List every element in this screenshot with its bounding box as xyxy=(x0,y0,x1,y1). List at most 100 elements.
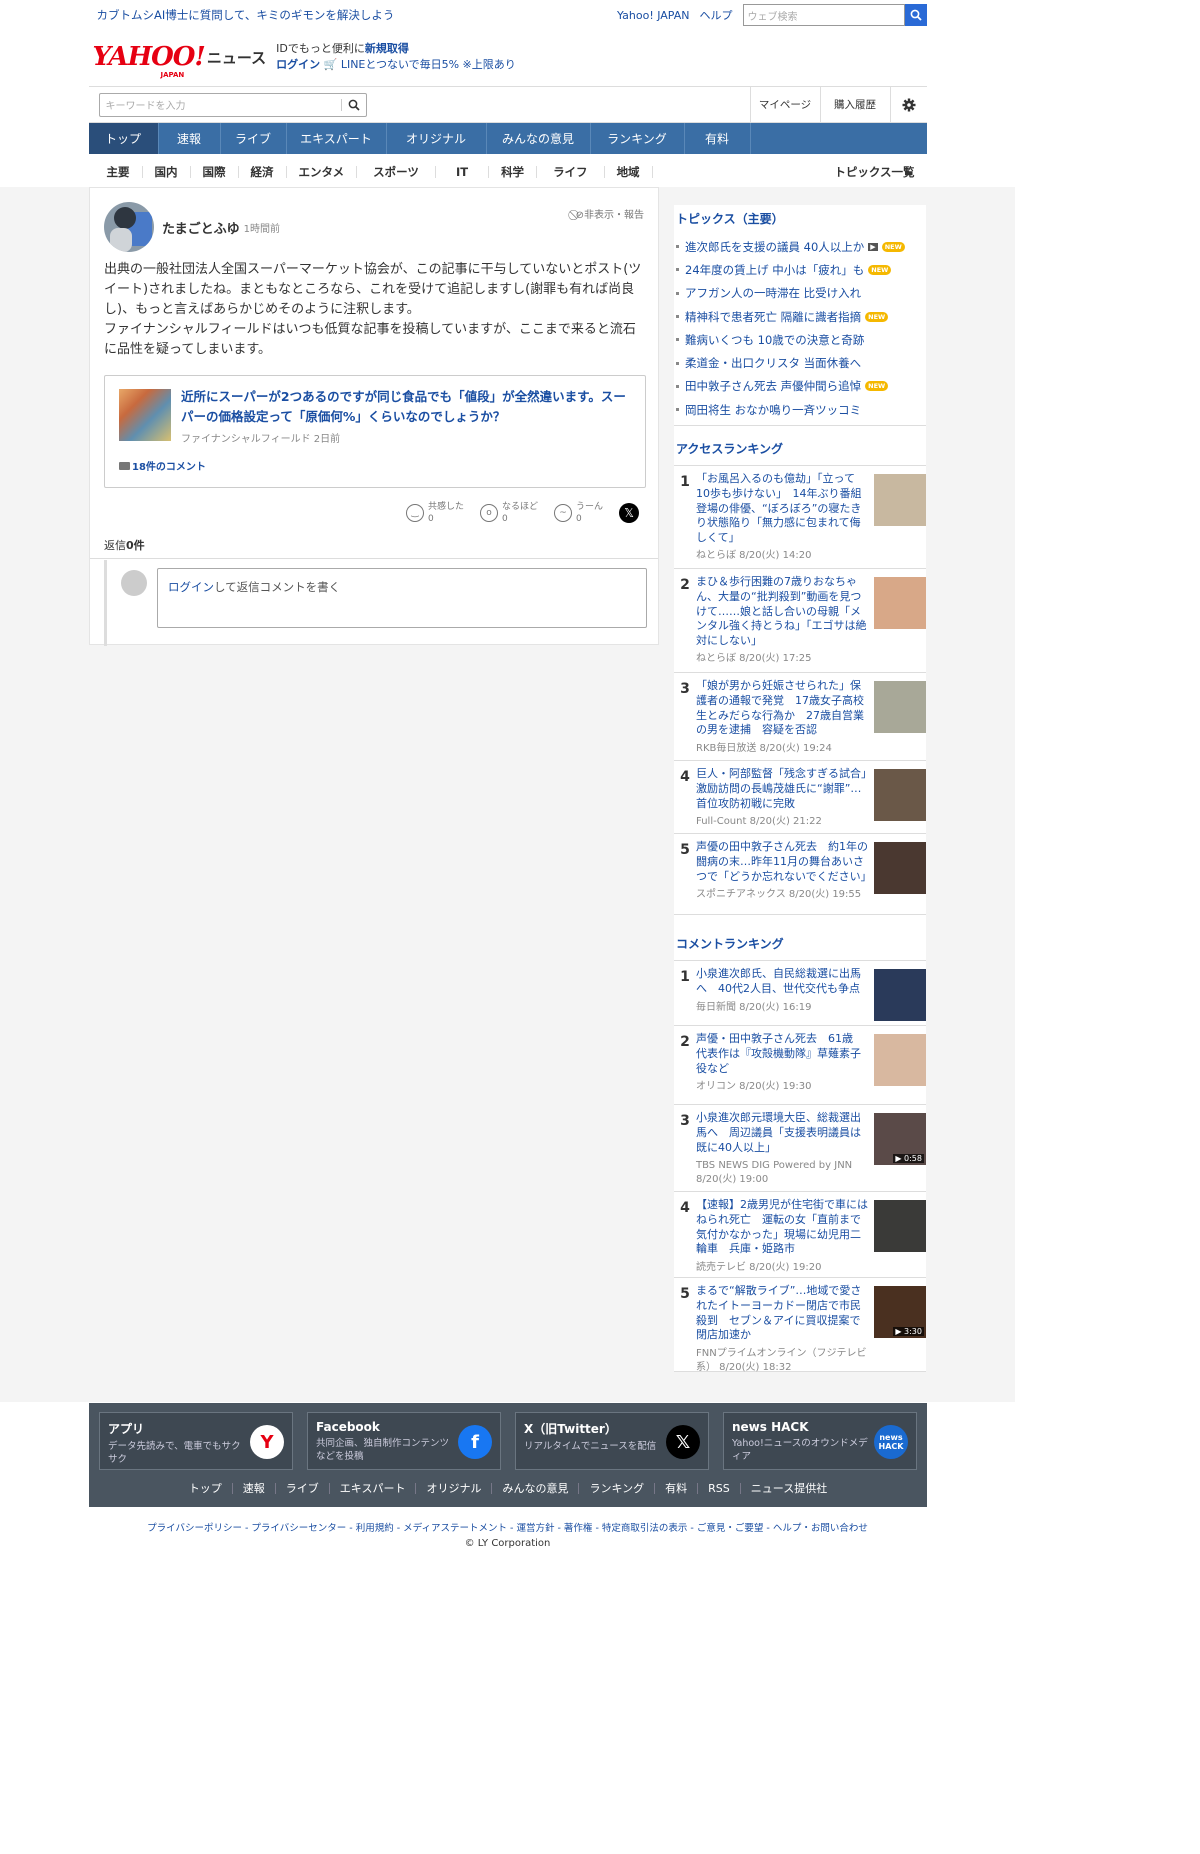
sub-nav-domestic[interactable]: 国内 xyxy=(143,166,191,178)
article-thumbnail[interactable] xyxy=(119,389,171,441)
author-name[interactable]: たまごとふゆ xyxy=(162,218,240,237)
sub-nav-main[interactable]: 主要 xyxy=(89,166,143,178)
topic-text[interactable]: 進次郎氏を支援の議員 40人以上か xyxy=(685,239,864,255)
ranking-item[interactable]: 1 「お風呂入るのも億劫」「立って10歩も歩けない」 14年ぶり番組登場の俳優、“… xyxy=(674,466,926,570)
reaction-hmm[interactable]: ~ うーん 0 xyxy=(554,501,603,525)
ranking-thumbnail[interactable] xyxy=(874,474,926,527)
footer-card[interactable]: アプリ データ先読みで、電車でもサクサク Y xyxy=(99,1412,293,1470)
footer-card[interactable]: news HACK Yahoo!ニュースのオウンドメディア news HACK xyxy=(723,1412,917,1470)
footer-link[interactable]: トップ xyxy=(179,1483,233,1494)
ranking-title[interactable]: 声優・田中敦子さん死去 61歳 代表作は『攻殻機動隊』草薙素子役など xyxy=(696,1032,868,1076)
ranking-thumbnail[interactable]: ▶ 0:58 xyxy=(874,1113,926,1166)
reply-login-link[interactable]: ログイン xyxy=(168,580,214,594)
article-card[interactable]: 近所にスーパーが2つあるのですが同じ食品でも「値段」が全然違います。スーパーの価… xyxy=(104,375,646,488)
topic-item[interactable]: アフガン人の一時滞在 比受け入れ xyxy=(674,282,926,305)
ranking-title[interactable]: 声優の田中敦子さん死去 約1年の闘病の末…昨年11月の舞台あいさつで「どうか忘れ… xyxy=(696,840,872,884)
topic-item[interactable]: 進次郎氏を支援の議員 40人以上か ▶ NEW xyxy=(674,235,926,258)
yahoo-news-logo[interactable]: YAHOO! JAPAN ニュース xyxy=(93,44,267,79)
main-nav-breaking[interactable]: 速報 xyxy=(159,123,221,154)
topic-item[interactable]: 柔道金・出口クリスタ 当面休養へ xyxy=(674,351,926,374)
ranking-item[interactable]: 3 小泉進次郎元環境大臣、総裁選出馬へ 周辺議員「支援表明議員は既に40人以上」 T… xyxy=(674,1105,926,1193)
main-nav-paid[interactable]: 有料 xyxy=(685,123,751,154)
login-link[interactable]: ログイン xyxy=(276,58,320,71)
main-nav-ranking[interactable]: ランキング xyxy=(591,123,685,154)
sub-nav-world[interactable]: 国際 xyxy=(191,166,239,178)
ranking-thumbnail[interactable] xyxy=(874,1200,926,1253)
search-icon[interactable] xyxy=(348,99,360,111)
main-nav-original[interactable]: オリジナル xyxy=(387,123,487,154)
ranking-thumbnail[interactable] xyxy=(874,769,926,822)
ranking-title[interactable]: 「娘が男から妊娠させられた」保護者の通報で発覚 17歳女子高校生とみだらな行為か… xyxy=(696,679,868,737)
ranking-item[interactable]: 1 小泉進次郎氏、自民総裁選に出馬へ 40代2人目、世代交代も争点 毎日新聞 8/2… xyxy=(674,961,926,1027)
ranking-item[interactable]: 3 「娘が男から妊娠させられた」保護者の通報で発覚 17歳女子高校生とみだらな行為… xyxy=(674,673,926,762)
sub-nav-entertainment[interactable]: エンタメ xyxy=(287,166,358,178)
topic-text[interactable]: 岡田将生 おなか鳴り一斉ツッコミ xyxy=(685,402,861,418)
main-nav-expert[interactable]: エキスパート xyxy=(287,123,387,154)
main-nav-top[interactable]: トップ xyxy=(88,123,159,154)
ranking-title[interactable]: 「お風呂入るのも億劫」「立って10歩も歩けない」 14年ぶり番組登場の俳優、“ぼ… xyxy=(696,472,868,545)
sub-nav-economy[interactable]: 経済 xyxy=(239,166,287,178)
help-link[interactable]: ヘルプ xyxy=(700,7,733,23)
ranking-item[interactable]: 5 まるで“解散ライブ”…地域で愛されたイトーヨーカドー閉店で市民殺到 セブン＆ア… xyxy=(674,1278,926,1373)
ranking-title[interactable]: まひ＆歩行困難の7歳りおなちゃん、大量の“批判殺到”動画を見つけて……娘と話し合… xyxy=(696,575,868,648)
ranking-thumbnail[interactable] xyxy=(874,842,926,895)
sub-nav-local[interactable]: 地域 xyxy=(605,166,653,178)
comment-ranking-title[interactable]: コメントランキング xyxy=(674,915,926,960)
topics-title[interactable]: トピックス（主要） xyxy=(674,205,926,235)
topic-text[interactable]: 難病いくつも 10歳での決意と奇跡 xyxy=(685,332,864,348)
avatar[interactable] xyxy=(104,202,154,252)
ranking-thumbnail[interactable] xyxy=(874,681,926,734)
sub-nav-life[interactable]: ライフ xyxy=(537,166,605,178)
signup-link[interactable]: 新規取得 xyxy=(365,42,409,55)
web-search-button[interactable] xyxy=(904,4,927,26)
footer-link[interactable]: みんなの意見 xyxy=(492,1483,580,1494)
web-search-input[interactable]: ウェブ検索 xyxy=(742,4,905,26)
reply-input[interactable]: ログインして返信コメントを書く xyxy=(157,568,647,628)
footer-link[interactable]: 有料 xyxy=(655,1483,699,1494)
ranking-thumbnail[interactable] xyxy=(874,577,926,630)
ranking-title[interactable]: 小泉進次郎元環境大臣、総裁選出馬へ 周辺議員「支援表明議員は既に40人以上」 xyxy=(696,1111,868,1155)
topics-list-link[interactable]: トピックス一覧 xyxy=(834,164,914,180)
reaction-understand[interactable]: o なるほど 0 xyxy=(480,501,538,525)
footer-card[interactable]: Facebook 共同企画、独自制作コンテンツなどを投稿 f xyxy=(307,1412,501,1470)
access-ranking-title[interactable]: アクセスランキング xyxy=(674,426,926,465)
topic-text[interactable]: 精神科で患者死亡 隔離に識者指摘 xyxy=(685,309,861,325)
mypage-link[interactable]: マイページ xyxy=(749,87,820,122)
ranking-item[interactable]: 2 声優・田中敦子さん死去 61歳 代表作は『攻殻機動隊』草薙素子役など オリコン … xyxy=(674,1026,926,1106)
ranking-item[interactable]: 4 【速報】2歳男児が住宅街で車にはねられ死亡 運転の女「直前まで気付かなかった」… xyxy=(674,1192,926,1279)
topic-item[interactable]: 岡田将生 おなか鳴り一斉ツッコミ xyxy=(674,398,926,421)
footer-card[interactable]: X（旧Twitter） リアルタイムでニュースを配信 𝕏 xyxy=(515,1412,709,1470)
topic-item[interactable]: 田中敦子さん死去 声優仲間ら追悼 NEW xyxy=(674,375,926,398)
ranking-thumbnail[interactable]: ▶ 3:30 xyxy=(874,1286,926,1339)
ranking-title[interactable]: 小泉進次郎氏、自民総裁選に出馬へ 40代2人目、世代交代も争点 xyxy=(696,967,868,996)
topic-text[interactable]: アフガン人の一時滞在 比受け入れ xyxy=(685,285,861,301)
topic-item[interactable]: 24年度の賃上げ 中小は「疲れ」も NEW xyxy=(674,258,926,281)
line-link[interactable]: LINEとつないで毎日5% ※上限あり xyxy=(341,58,516,71)
footer-link[interactable]: オリジナル xyxy=(416,1483,493,1494)
topic-text[interactable]: 田中敦子さん死去 声優仲間ら追悼 xyxy=(685,378,861,394)
sub-nav-it[interactable]: IT xyxy=(436,166,490,178)
reaction-empathy[interactable]: ‿ 共感した 0 xyxy=(406,501,464,525)
keyword-input[interactable]: キーワードを入力 xyxy=(106,97,186,112)
ranking-thumbnail[interactable] xyxy=(874,1034,926,1087)
x-share-icon[interactable]: 𝕏 xyxy=(619,503,640,523)
footer-link[interactable]: ランキング xyxy=(579,1483,656,1494)
article-comments-link[interactable]: 18件のコメント xyxy=(119,458,206,473)
sub-nav-science[interactable]: 科学 xyxy=(489,166,538,178)
keyword-search[interactable]: キーワードを入力 xyxy=(98,92,367,117)
article-title[interactable]: 近所にスーパーが2つあるのですが同じ食品でも「値段」が全然違います。スーパーの価… xyxy=(181,387,629,427)
ranking-item[interactable]: 4 巨人・阿部監督「残念すぎる試合」 激励訪問の長嶋茂雄氏に“謝罪”…首位攻防初戦… xyxy=(674,761,926,835)
ranking-thumbnail[interactable] xyxy=(874,969,926,1022)
promo-link[interactable]: カブトムシAI博士に質問して、キミのギモンを解決しよう xyxy=(89,7,395,23)
footer-link[interactable]: エキスパート xyxy=(330,1483,417,1494)
main-nav-live[interactable]: ライブ xyxy=(221,123,287,154)
yahoo-japan-link[interactable]: Yahoo! JAPAN xyxy=(617,9,690,22)
main-nav-opinion[interactable]: みんなの意見 xyxy=(487,123,591,154)
ranking-title[interactable]: まるで“解散ライブ”…地域で愛されたイトーヨーカドー閉店で市民殺到 セブン＆アイ… xyxy=(696,1284,868,1342)
ranking-item[interactable]: 2 まひ＆歩行困難の7歳りおなちゃん、大量の“批判殺到”動画を見つけて……娘と話し… xyxy=(674,569,926,674)
topic-item[interactable]: 精神科で患者死亡 隔離に識者指摘 NEW xyxy=(674,305,926,328)
footer-link[interactable]: 速報 xyxy=(233,1483,276,1494)
ranking-title[interactable]: 【速報】2歳男児が住宅街で車にはねられ死亡 運転の女「直前まで気付かなかった」現… xyxy=(696,1198,868,1256)
ranking-item[interactable]: 5 声優の田中敦子さん死去 約1年の闘病の末…昨年11月の舞台あいさつで「どうか忘… xyxy=(674,834,926,916)
footer-link[interactable]: RSS xyxy=(698,1483,741,1494)
